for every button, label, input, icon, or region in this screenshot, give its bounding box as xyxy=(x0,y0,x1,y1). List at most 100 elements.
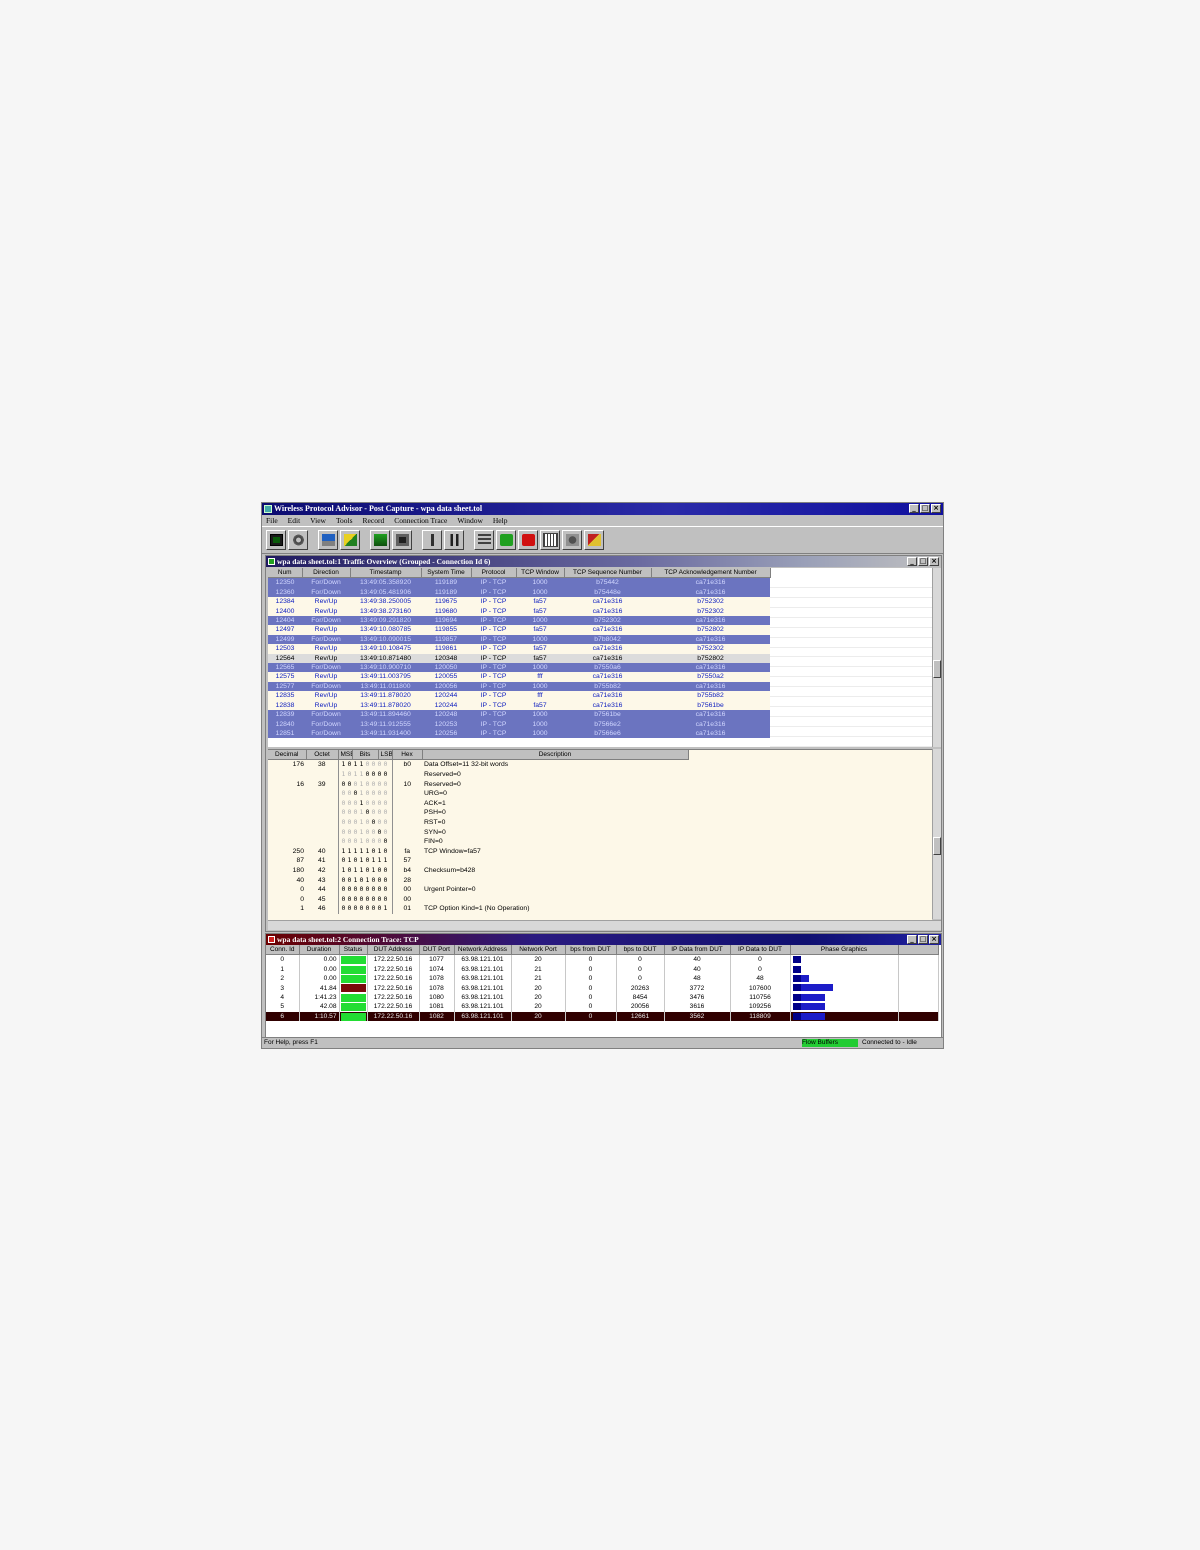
detail-row[interactable]: 0 45 0 0 0 0 0 0 0 0 00 xyxy=(268,894,688,905)
table-row[interactable]: 12839 For/Down 13:49:11.894460 120248 IP - T… xyxy=(268,710,770,720)
column-header[interactable]: TCP Window xyxy=(516,568,565,579)
table-row[interactable]: 12503 Rev/Up 13:49:10.108475 119861 IP - TCP… xyxy=(268,644,770,654)
filter-button[interactable] xyxy=(370,530,390,550)
grid-button[interactable] xyxy=(540,530,560,550)
detail-row[interactable]: 40 43 0 0 1 0 1 0 0 0 28 xyxy=(268,875,688,886)
menu-help[interactable]: Help xyxy=(493,515,508,526)
detail-row[interactable]: 0 0 0 1 0 0 0 0 FIN=0 xyxy=(268,837,688,847)
scroll-thumb[interactable] xyxy=(933,837,941,855)
column-header[interactable]: Network Port xyxy=(511,945,566,956)
vehicle-button[interactable] xyxy=(496,530,516,550)
open-button[interactable] xyxy=(340,530,360,550)
table-row[interactable]: 12575 Rev/Up 13:49:11.003795 120055 IP - TCP… xyxy=(268,672,770,682)
zoom-button[interactable] xyxy=(562,530,582,550)
detail-row[interactable]: 1 0 1 1 0 0 0 0 Reserved=0 xyxy=(268,770,688,780)
table-row[interactable]: 12577 For/Down 13:49:11.011800 120056 IP - T… xyxy=(268,681,770,692)
column-header[interactable]: Protocol xyxy=(471,568,517,579)
table-row[interactable]: 12360 For/Down 13:49:05.481906 119189 IP - T… xyxy=(268,587,770,598)
menu-window[interactable]: Window xyxy=(457,515,483,526)
menu-view[interactable]: View xyxy=(310,515,326,526)
column-header[interactable]: Timestamp xyxy=(350,568,422,579)
detail-horizontal-scrollbar[interactable] xyxy=(268,920,941,930)
detail-row[interactable]: 0 0 0 1 0 0 0 0 PSH=0 xyxy=(268,808,688,818)
app-titlebar[interactable]: Wireless Protocol Advisor - Post Capture… xyxy=(262,503,943,515)
minimize-button[interactable]: _ xyxy=(909,504,919,513)
maximize-button[interactable]: □ xyxy=(918,935,928,944)
traffic-scrollbar[interactable] xyxy=(932,568,941,747)
display-button[interactable] xyxy=(318,530,338,550)
menu-edit[interactable]: Edit xyxy=(288,515,301,526)
menu-tools[interactable]: Tools xyxy=(336,515,353,526)
connection-row[interactable]: 4 1:41.23 172.22.50.16 1080 63.98.121.101 20 0… xyxy=(266,993,939,1003)
column-header[interactable]: DUT Address xyxy=(367,945,420,956)
close-button[interactable]: × xyxy=(929,557,939,566)
pause-button[interactable] xyxy=(444,530,464,550)
maximize-button[interactable]: □ xyxy=(920,504,930,513)
scroll-thumb[interactable] xyxy=(933,660,941,678)
column-header[interactable]: System Time xyxy=(421,568,472,579)
monitor-button[interactable] xyxy=(266,530,286,550)
compare-button[interactable] xyxy=(474,530,494,550)
detail-row[interactable]: 180 42 1 0 1 1 0 1 0 0 b4 Checksum=b428 xyxy=(268,865,688,876)
close-button[interactable]: × xyxy=(931,504,941,513)
column-header[interactable]: DUT Port xyxy=(419,945,455,956)
connection-ip-from: 3616 xyxy=(664,1002,731,1012)
table-row[interactable]: 12835 Rev/Up 13:49:11.878020 120244 IP - TCP… xyxy=(268,691,770,701)
connection-row[interactable]: 6 1:10.57 172.22.50.16 1082 63.98.121.101 20 0… xyxy=(266,1011,939,1022)
detail-row[interactable]: 0 0 0 1 0 0 0 0 RST=0 xyxy=(268,817,688,828)
column-header[interactable]: Duration xyxy=(299,945,340,956)
column-header[interactable]: TCP Sequence Number xyxy=(564,568,652,579)
save-button[interactable] xyxy=(392,530,412,550)
detail-row[interactable]: 176 38 1 0 1 1 0 0 0 0 b0 Data Offset=11 32-bit wor… xyxy=(268,759,688,770)
minimize-button[interactable]: _ xyxy=(907,557,917,566)
table-row[interactable]: 12404 For/Down 13:49:09.291820 119694 IP - T… xyxy=(268,616,770,626)
detail-row[interactable]: 0 0 0 1 0 0 0 0 URG=0 xyxy=(268,789,688,799)
table-row[interactable]: 12838 Rev/Up 13:49:11.878020 120244 IP - TCP… xyxy=(268,700,770,711)
table-row[interactable]: 12497 Rev/Up 13:49:10.080785 119855 IP - TCP… xyxy=(268,625,770,635)
column-header[interactable]: IP Data from DUT xyxy=(664,945,731,956)
connection-row[interactable]: 0 0.00 172.22.50.16 1077 63.98.121.101 20 0 0 40… xyxy=(266,954,939,965)
column-header[interactable]: Direction xyxy=(302,568,351,579)
column-header[interactable]: bps to DUT xyxy=(616,945,665,956)
column-header[interactable]: TCP Acknowledgement Number xyxy=(651,568,771,579)
phone-button[interactable] xyxy=(518,530,538,550)
detail-row[interactable]: 0 0 0 1 0 0 0 0 ACK=1 xyxy=(268,798,688,809)
connection-row[interactable]: 5 42.08 172.22.50.16 1081 63.98.121.101 20 0 20… xyxy=(266,1002,939,1012)
settings-button[interactable] xyxy=(288,530,308,550)
connection-row[interactable]: 1 0.00 172.22.50.16 1074 63.98.121.101 21 0 0 40… xyxy=(266,964,939,975)
column-header[interactable]: Num xyxy=(268,568,303,579)
help-book-button[interactable] xyxy=(584,530,604,550)
column-header[interactable]: bps from DUT xyxy=(565,945,617,956)
table-row[interactable]: 12840 For/Down 13:49:11.912555 120253 IP - T… xyxy=(268,719,770,729)
table-row[interactable]: 12384 Rev/Up 13:49:38.250005 119675 IP - TCP… xyxy=(268,597,770,607)
detail-scrollbar[interactable] xyxy=(932,749,941,919)
minimize-button[interactable]: _ xyxy=(907,935,917,944)
column-header[interactable]: Status xyxy=(339,945,368,956)
detail-row[interactable]: 250 40 1 1 1 1 1 0 1 0 fa TCP Window=fa57 xyxy=(268,846,688,857)
table-row[interactable]: 12564 Rev/Up 13:49:10.871480 120348 IP - TCP… xyxy=(268,653,770,664)
menu-record[interactable]: Record xyxy=(363,515,385,526)
table-row[interactable]: 12565 For/Down 13:49:10.900710 120050 IP - T… xyxy=(268,663,770,673)
detail-row[interactable]: 87 41 0 1 0 1 0 1 1 1 57 xyxy=(268,856,688,866)
traffic-overview-titlebar[interactable]: wpa data sheet.tol:1 Traffic Overview (G… xyxy=(266,556,941,567)
table-row[interactable]: 12851 For/Down 13:49:11.931400 120256 IP - T… xyxy=(268,728,770,739)
capture-button[interactable] xyxy=(422,530,442,550)
menu-connection-trace[interactable]: Connection Trace xyxy=(394,515,447,526)
table-row[interactable]: 12350 For/Down 13:49:05.358920 119189 IP - T… xyxy=(268,577,770,588)
table-row[interactable]: 12400 Rev/Up 13:49:38.273160 119680 IP - TCP… xyxy=(268,606,770,617)
detail-row[interactable]: 16 39 0 0 0 1 0 0 0 0 10 Reserved=0 xyxy=(268,779,688,790)
connection-trace-titlebar[interactable]: wpa data sheet.tol:2 Connection Trace: T… xyxy=(266,934,941,945)
connection-row[interactable]: 3 41.84 172.22.50.16 1078 63.98.121.101 20 0 20… xyxy=(266,983,939,994)
detail-row[interactable]: 0 0 0 1 0 0 0 0 SYN=0 xyxy=(268,827,688,838)
connection-row[interactable]: 2 0.00 172.22.50.16 1078 63.98.121.101 21 0 0 48… xyxy=(266,974,939,984)
menu-file[interactable]: File xyxy=(266,515,278,526)
maximize-button[interactable]: □ xyxy=(918,557,928,566)
table-row[interactable]: 12499 For/Down 13:49:10.090015 119857 IP - T… xyxy=(268,634,770,645)
column-header[interactable]: IP Data to DUT xyxy=(730,945,791,956)
column-header[interactable]: Network Address xyxy=(454,945,512,956)
detail-row[interactable]: 0 44 0 0 0 0 0 0 0 0 00 Urgent Pointer=0 xyxy=(268,885,688,895)
detail-row[interactable]: 1 46 0 0 0 0 0 0 0 1 01 TCP Option Kind=1 (No Opera… xyxy=(268,904,688,914)
column-header[interactable]: Phase Graphics xyxy=(790,945,899,956)
column-header[interactable]: Conn. Id xyxy=(266,945,300,956)
close-button[interactable]: × xyxy=(929,935,939,944)
